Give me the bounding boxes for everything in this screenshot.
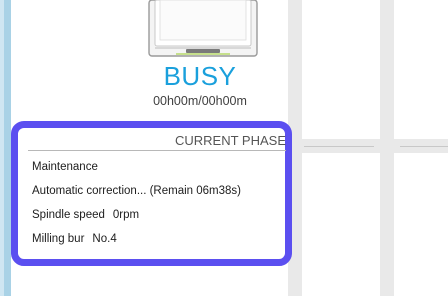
- milling-bur-label: Milling bur: [32, 233, 85, 245]
- machine-timer: 00h00m/00h00m: [153, 94, 247, 108]
- phase-header: CURRENT PHASE: [174, 133, 286, 148]
- milling-bur-row: Milling bur No.4: [32, 232, 117, 246]
- column-divider: [380, 0, 394, 296]
- milling-machine-icon: [146, 0, 260, 58]
- left-rail: [0, 0, 11, 296]
- machine-status: BUSY: [163, 61, 237, 91]
- phase-task: Automatic correction... (Remain 06m38s): [32, 185, 241, 197]
- phase-mode: Maintenance: [32, 161, 98, 173]
- spindle-speed-row: Spindle speed 0rpm: [32, 208, 139, 222]
- current-phase-panel: CURRENT PHASE Maintenance Automatic corr…: [11, 121, 292, 266]
- spindle-speed-label: Spindle speed: [32, 209, 105, 221]
- phase-header-divider: [28, 150, 286, 151]
- milling-bur-value: No.4: [92, 233, 117, 245]
- spindle-speed-value: 0rpm: [112, 209, 140, 221]
- slot-header-line: [400, 146, 448, 147]
- slot-header-line: [304, 146, 374, 147]
- left-rail-highlight: [0, 0, 4, 296]
